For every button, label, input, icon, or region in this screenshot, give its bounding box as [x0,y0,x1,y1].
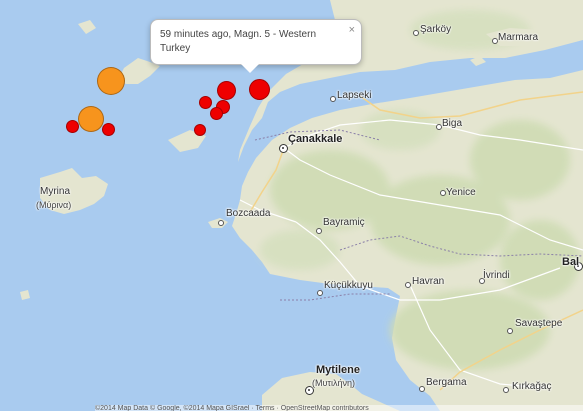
label-mytilene: Mytilene [316,364,361,376]
label-bayramic: Bayramiç [323,217,365,228]
earthquake-marker[interactable] [66,120,79,133]
map-attribution[interactable]: ©2014 Map Data © Google, ©2014 Mapa GISr… [95,405,583,411]
earthquake-marker-large[interactable] [78,106,104,132]
label-kirkagac: Kırkağaç [512,381,552,392]
label-kucukkuyu: Küçükkuyu [324,280,373,291]
town-marker-bergama [419,386,425,392]
town-marker-havran [405,282,411,288]
town-marker-sarkoy [413,30,419,36]
earthquake-marker[interactable] [194,124,206,136]
town-marker-bozcaada [218,220,224,226]
earthquake-marker-selected[interactable] [249,79,270,100]
town-marker-kucukkuyu [317,290,323,296]
label-bergama: Bergama [426,377,467,388]
label-balya: Bal [562,256,580,268]
close-icon[interactable]: × [349,25,355,36]
label-myrina-greek: (Μύρινα) [36,200,72,210]
town-marker-lapseki [330,96,336,102]
label-canakkale: Çanakkale [288,133,343,145]
town-marker-kirkagac [503,387,509,393]
earthquake-info-popup: 59 minutes ago, Magn. 5 - Western Turkey… [150,19,362,73]
earthquake-marker[interactable] [199,96,212,109]
label-bozcaada: Bozcaada [226,208,271,219]
label-mytilene-greek: (Μυτιλήνη) [312,378,355,388]
earthquake-marker[interactable] [102,123,115,136]
label-sarkoy: Şarköy [420,24,452,35]
label-ivrindi: İvrindi [483,270,510,281]
earthquake-marker[interactable] [217,81,236,100]
earthquake-marker-large[interactable] [97,67,125,95]
town-marker-savastepe [507,328,513,334]
town-marker-bayramic [316,228,322,234]
earthquake-marker[interactable] [210,107,223,120]
label-myrina: Myrina [40,186,71,197]
popup-text: 59 minutes ago, Magn. 5 - Western Turkey [160,29,317,54]
label-yenice: Yenice [446,187,476,198]
label-marmara: Marmara [498,32,539,43]
city-marker-canakkale [279,144,288,153]
label-lapseki: Lapseki [337,90,372,101]
map-view[interactable]: Şarköy Marmara Lapseki Çanakkale Biga Ye… [0,0,583,411]
label-biga: Biga [442,118,463,129]
label-havran: Havran [412,276,445,287]
label-savastepe: Savaştepe [515,318,563,329]
